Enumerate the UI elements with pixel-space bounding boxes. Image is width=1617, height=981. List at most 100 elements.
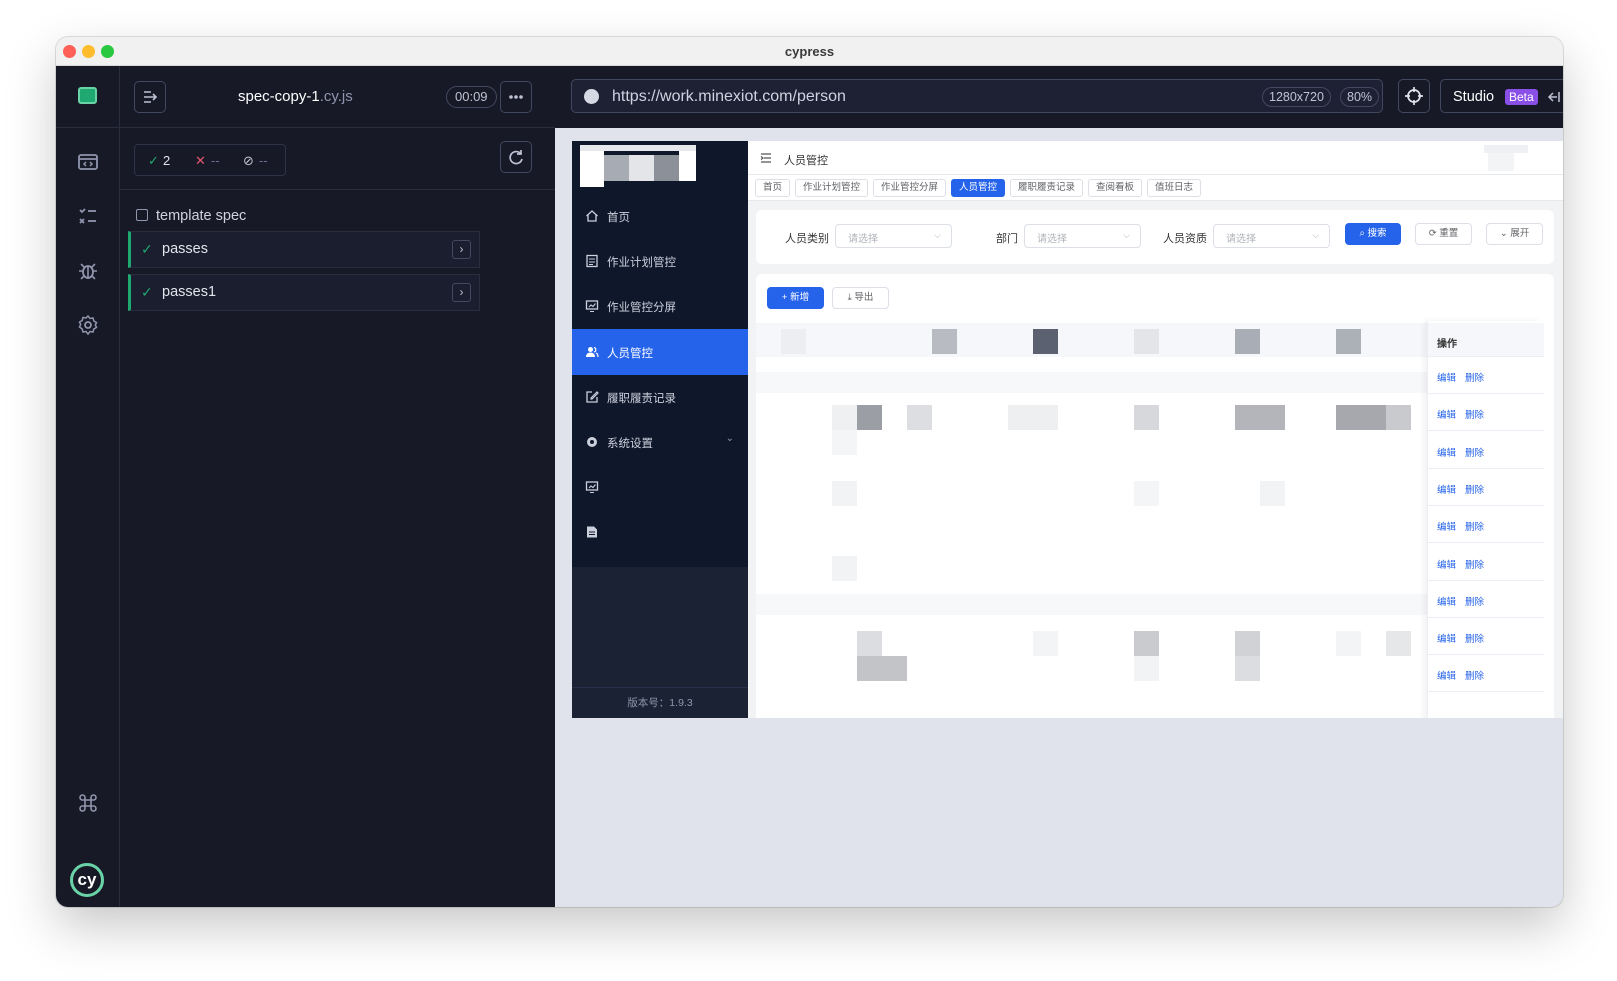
app-logo xyxy=(580,145,696,187)
redacted-cell xyxy=(1235,329,1260,354)
header-title: 人员管控 xyxy=(784,155,828,167)
redacted-cell xyxy=(857,405,882,430)
table-row xyxy=(756,372,1427,393)
nav-item-duty-record[interactable]: 履职履责记录 xyxy=(572,374,748,420)
rail-divider xyxy=(56,127,120,128)
edit-icon xyxy=(586,391,599,403)
reset-button[interactable]: ⟳ 重置 xyxy=(1415,223,1472,245)
edit-link[interactable]: 编辑 xyxy=(1437,631,1456,645)
dept-select[interactable]: 请选择 ⌵ xyxy=(1024,224,1141,248)
delete-link[interactable]: 删除 xyxy=(1465,594,1484,608)
ellipsis-icon xyxy=(509,95,523,99)
passed-icon: ✓ xyxy=(148,153,159,168)
qualification-label: 人员资质 xyxy=(1163,233,1207,245)
redacted-cell xyxy=(1336,631,1361,656)
project-icon[interactable] xyxy=(78,87,97,104)
tag-work-plan[interactable]: 作业计划管控 xyxy=(795,179,869,197)
command-icon[interactable] xyxy=(76,791,100,815)
url-bar[interactable]: https://work.minexiot.com/person 1280x72… xyxy=(571,79,1383,113)
qualification-select[interactable]: 请选择 ⌵ xyxy=(1213,224,1330,248)
tag-duty-log[interactable]: 值班日志 xyxy=(1147,179,1202,197)
search-button[interactable]: ⌕ 搜索 xyxy=(1345,223,1401,245)
select-placeholder: 请选择 xyxy=(848,234,878,245)
tag-person-control[interactable]: 人员管控 xyxy=(951,179,1006,197)
edit-link[interactable]: 编辑 xyxy=(1437,370,1456,384)
spec-name: spec-copy-1 xyxy=(238,88,320,105)
viewport-size: 1280x720 xyxy=(1262,87,1331,107)
table-row-actions: 编辑 删除 xyxy=(1428,618,1544,656)
test-row-passes[interactable]: ✓ passes › xyxy=(128,231,480,268)
edit-link[interactable]: 编辑 xyxy=(1437,407,1456,421)
nav-item-person-control[interactable]: 人员管控 xyxy=(572,329,748,375)
redacted-cell xyxy=(1386,405,1411,430)
refresh-icon xyxy=(509,150,523,165)
edit-link[interactable]: 编辑 xyxy=(1437,557,1456,571)
redacted-cell xyxy=(1033,631,1058,656)
nav-label: 作业管控分屏 xyxy=(607,302,676,314)
spec-extension: .cy.js xyxy=(319,88,353,105)
table-row-actions: 编辑 删除 xyxy=(1428,655,1544,693)
pass-check-icon: ✓ xyxy=(141,241,153,257)
specs-icon[interactable] xyxy=(76,150,100,174)
redacted-cell xyxy=(1033,329,1058,354)
delete-link[interactable]: 删除 xyxy=(1465,631,1484,645)
edit-link[interactable]: 编辑 xyxy=(1437,519,1456,533)
pending-count: -- xyxy=(259,153,268,168)
studio-label: Studio xyxy=(1453,89,1495,105)
tag-home[interactable]: 首页 xyxy=(755,179,791,197)
tag-duty-record[interactable]: 履职履责记录 xyxy=(1010,179,1084,197)
nav-item-system-settings[interactable]: 系统设置 ⌄ xyxy=(572,419,748,465)
test-row-passes1[interactable]: ✓ passes1 › xyxy=(128,274,480,311)
nav-label: 系统设置 xyxy=(607,438,653,450)
aut-header: https://work.minexiot.com/person 1280x72… xyxy=(555,66,1563,128)
spec-filename: spec-copy-1.cy.js xyxy=(238,88,353,105)
monitor-chart-icon xyxy=(585,300,599,313)
app-sidebar: 首页 作业计划管控 作业管控分屏 人员管控 履职履责记录 系统设置 ⌄ 版本号：… xyxy=(572,141,748,718)
list-toggle-icon xyxy=(144,91,158,103)
redacted-cell xyxy=(932,329,957,354)
delete-link[interactable]: 删除 xyxy=(1465,370,1484,384)
menu-fold-icon[interactable] xyxy=(760,152,772,164)
delete-link[interactable]: 删除 xyxy=(1465,557,1484,571)
nav-item-log[interactable] xyxy=(572,509,748,555)
title-bar: cypress xyxy=(56,37,1563,66)
toggle-specs-list-button[interactable] xyxy=(134,81,166,113)
studio-button[interactable]: Studio Beta xyxy=(1440,79,1563,113)
test-name: passes1 xyxy=(162,284,217,300)
nav-item-dashboard[interactable] xyxy=(572,464,748,510)
redacted-cell xyxy=(1336,405,1386,430)
delete-link[interactable]: 删除 xyxy=(1465,519,1484,533)
runs-icon[interactable] xyxy=(76,204,100,228)
export-button[interactable]: ⤓ 导出 xyxy=(832,287,889,309)
edit-link[interactable]: 编辑 xyxy=(1437,594,1456,608)
redacted-cell xyxy=(1134,631,1159,656)
pass-check-icon: ✓ xyxy=(141,284,153,300)
settings-icon[interactable] xyxy=(76,313,100,337)
edit-link[interactable]: 编辑 xyxy=(1437,668,1456,682)
delete-link[interactable]: 删除 xyxy=(1465,445,1484,459)
studio-panel-icon xyxy=(1547,92,1560,102)
tag-split-screen[interactable]: 作业管控分屏 xyxy=(873,179,947,197)
table-row-actions: 编辑 删除 xyxy=(1428,357,1544,394)
nav-item-work-split-screen[interactable]: 作业管控分屏 xyxy=(572,283,748,329)
add-button[interactable]: + 新增 xyxy=(767,287,824,309)
person-type-select[interactable]: 请选择 ⌵ xyxy=(835,224,952,248)
rerun-button[interactable] xyxy=(500,141,532,173)
avatar[interactable] xyxy=(1484,145,1528,171)
sidebar-empty-area xyxy=(572,567,748,687)
edit-link[interactable]: 编辑 xyxy=(1437,445,1456,459)
chevron-right-icon[interactable]: › xyxy=(452,283,471,302)
edit-link[interactable]: 编辑 xyxy=(1437,482,1456,496)
nav-item-home[interactable]: 首页 xyxy=(572,193,748,239)
globe-icon xyxy=(584,89,599,104)
tag-kanban[interactable]: 查阅看板 xyxy=(1088,179,1143,197)
delete-link[interactable]: 删除 xyxy=(1465,668,1484,682)
chevron-right-icon[interactable]: › xyxy=(452,240,471,259)
more-options-button[interactable] xyxy=(500,81,532,113)
selector-playground-button[interactable] xyxy=(1398,79,1430,113)
expand-button[interactable]: ⌄ 展开 xyxy=(1486,223,1543,245)
debug-icon[interactable] xyxy=(76,259,100,283)
nav-item-work-plan[interactable]: 作业计划管控 xyxy=(572,238,748,284)
delete-link[interactable]: 删除 xyxy=(1465,407,1484,421)
delete-link[interactable]: 删除 xyxy=(1465,482,1484,496)
